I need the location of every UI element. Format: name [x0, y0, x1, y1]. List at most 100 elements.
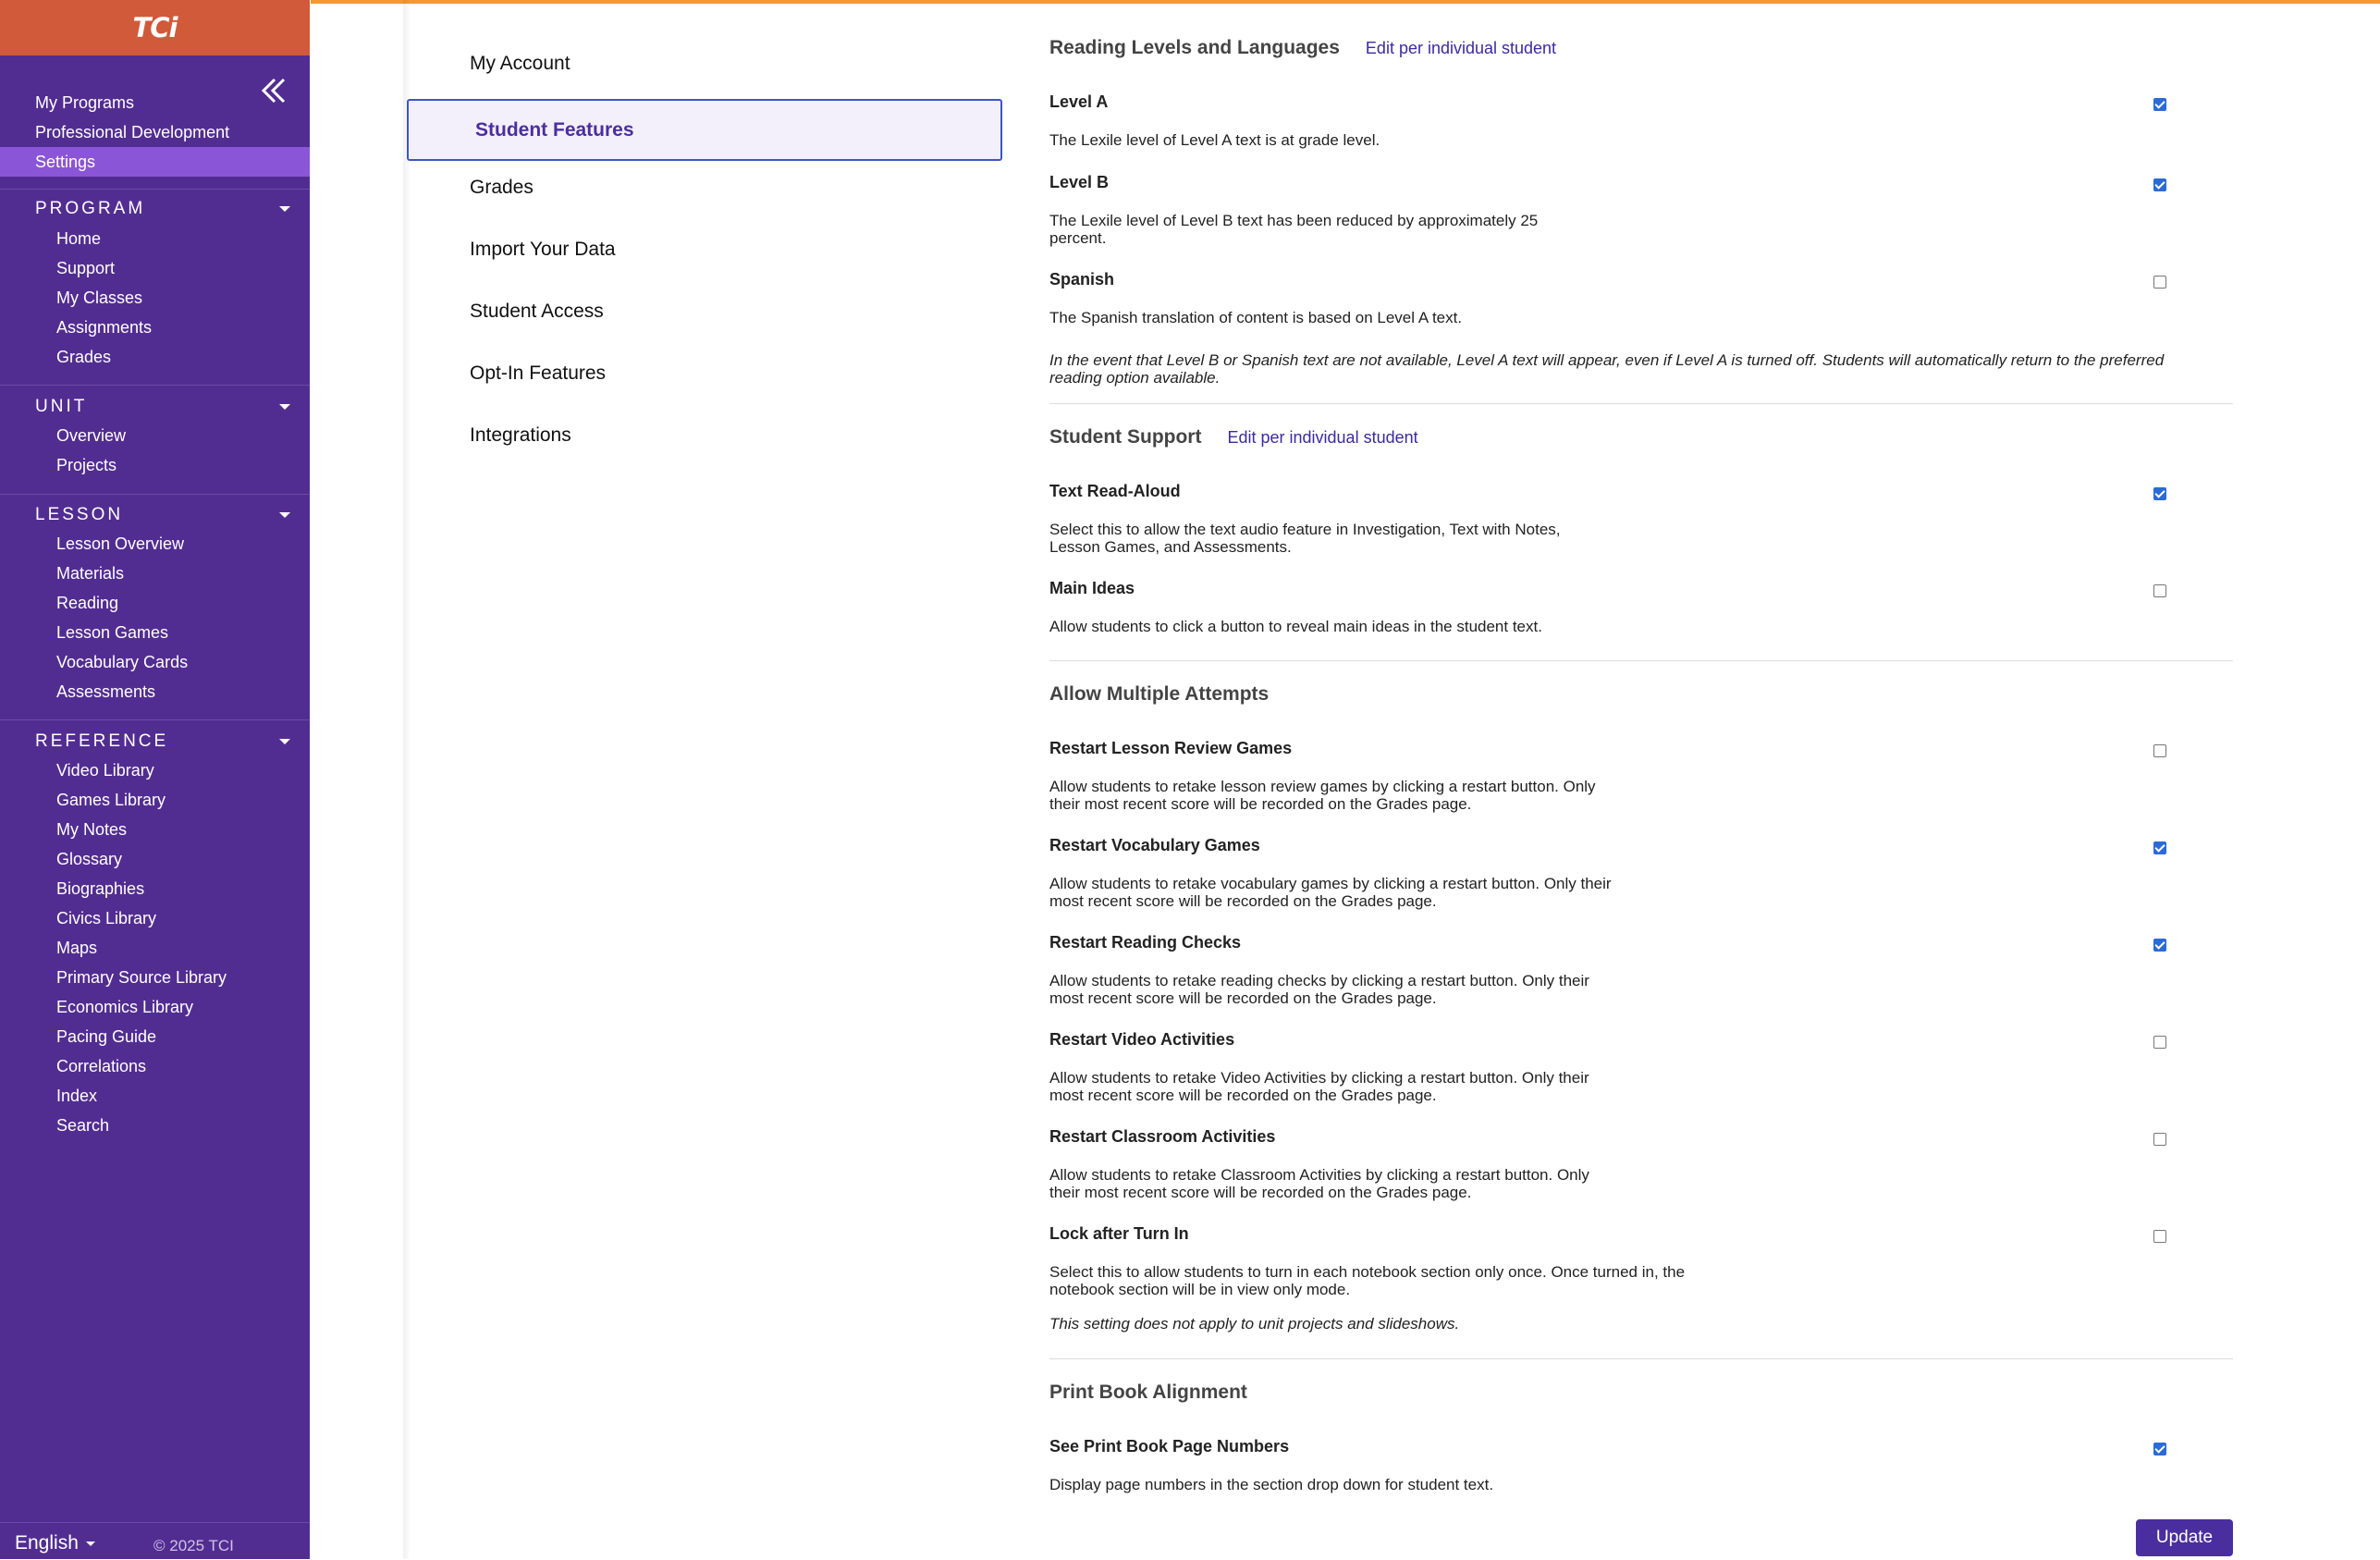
sidebar-item-my-notes[interactable]: My Notes: [0, 815, 310, 844]
sidebar-item-support[interactable]: Support: [0, 253, 310, 283]
program-list: Home Support My Classes Assignments Grad…: [0, 224, 310, 372]
sidebar-item-index[interactable]: Index: [0, 1081, 310, 1111]
main-ideas-checkbox[interactable]: [2153, 584, 2166, 597]
section-title: Student Support: [1049, 426, 1202, 448]
option-title: Restart Classroom Activities: [1049, 1127, 1276, 1146]
settings-tab-opt-in-features[interactable]: Opt-In Features: [407, 347, 1002, 409]
sidebar-section-program[interactable]: PROGRAM: [35, 195, 294, 223]
settings-tab-grades[interactable]: Grades: [407, 161, 1002, 223]
settings-tab-my-account[interactable]: My Account: [407, 37, 1002, 99]
copyright: © 2025 TCI: [153, 1537, 234, 1554]
lesson-list: Lesson Overview Materials Reading Lesson…: [0, 529, 310, 706]
sidebar-item-professional-development[interactable]: Professional Development: [0, 117, 310, 147]
option-title: Restart Lesson Review Games: [1049, 739, 1293, 757]
update-button[interactable]: Update: [2136, 1519, 2233, 1556]
option-title: Restart Vocabulary Games: [1049, 836, 1260, 854]
sidebar-item-biographies[interactable]: Biographies: [0, 874, 310, 903]
section-divider: [1049, 403, 2233, 404]
reading-levels-note: In the event that Level B or Spanish tex…: [1049, 351, 2165, 387]
settings-tab-student-access[interactable]: Student Access: [407, 285, 1002, 347]
reference-list: Video Library Games Library My Notes Glo…: [0, 755, 310, 1140]
sidebar-item-my-programs[interactable]: My Programs: [0, 88, 310, 117]
sidebar-item-assignments[interactable]: Assignments: [0, 313, 310, 342]
section-print-book: Print Book Alignment: [1049, 1382, 1247, 1404]
edit-per-student-link[interactable]: Edit per individual student: [1366, 39, 1556, 58]
sidebar-item-economics-library[interactable]: Economics Library: [0, 992, 310, 1022]
sidebar-item-games-library[interactable]: Games Library: [0, 785, 310, 815]
restart-vocabulary-games-checkbox[interactable]: [2153, 841, 2166, 854]
settings-tab-import-your-data[interactable]: Import Your Data: [407, 223, 1002, 285]
text-read-aloud-checkbox[interactable]: [2153, 487, 2166, 500]
section-title: UNIT: [35, 397, 88, 416]
caret-down-icon: [279, 404, 290, 410]
tci-logo[interactable]: TCi: [132, 12, 178, 43]
sidebar-item-projects[interactable]: Projects: [0, 450, 310, 480]
option-title: Restart Reading Checks: [1049, 933, 1242, 952]
sidebar-section-reference[interactable]: REFERENCE: [35, 728, 294, 755]
sidebar-item-home[interactable]: Home: [0, 224, 310, 253]
sidebar-item-primary-source-library[interactable]: Primary Source Library: [0, 963, 310, 992]
settings-menu: My Account Student Features Grades Impor…: [407, 37, 1002, 471]
option-description: Allow students to retake Video Activitie…: [1049, 1069, 1589, 1104]
settings-tab-student-features[interactable]: Student Features: [407, 99, 1002, 161]
option-title: Restart Video Activities: [1049, 1030, 1235, 1049]
option-title: Lock after Turn In: [1049, 1224, 1189, 1243]
spanish-checkbox[interactable]: [2153, 276, 2166, 289]
sidebar-item-search[interactable]: Search: [0, 1111, 310, 1140]
sidebar-item-assessments[interactable]: Assessments: [0, 677, 310, 706]
section-student-support: Student Support Edit per individual stud…: [1049, 426, 1418, 448]
sidebar-item-my-classes[interactable]: My Classes: [0, 283, 310, 313]
sidebar-item-settings[interactable]: Settings: [0, 147, 310, 177]
restart-lesson-review-games-checkbox[interactable]: [2153, 744, 2166, 757]
language-select[interactable]: English: [15, 1532, 99, 1554]
sidebar-item-correlations[interactable]: Correlations: [0, 1051, 310, 1081]
sidebar-item-materials[interactable]: Materials: [0, 559, 310, 588]
sidebar-divider: [0, 189, 310, 190]
section-divider: [1049, 1358, 2233, 1359]
restart-reading-checks-checkbox[interactable]: [2153, 939, 2166, 952]
option-title: Level A: [1049, 92, 1109, 111]
option-description: Select this to allow the text audio feat…: [1049, 521, 1561, 556]
level-a-checkbox[interactable]: [2153, 98, 2166, 111]
option-title: Text Read-Aloud: [1049, 482, 1181, 500]
unit-list: Overview Projects: [0, 421, 310, 480]
edit-per-student-link[interactable]: Edit per individual student: [1227, 428, 1417, 448]
sidebar-item-video-library[interactable]: Video Library: [0, 755, 310, 785]
sidebar-item-civics-library[interactable]: Civics Library: [0, 903, 310, 933]
section-title: Allow Multiple Attempts: [1049, 683, 1270, 705]
option-title: Level B: [1049, 173, 1110, 191]
lock-note: This setting does not apply to unit proj…: [1049, 1315, 1460, 1333]
option-title: Main Ideas: [1049, 579, 1135, 597]
sidebar: TCi My Programs Professional Development…: [0, 0, 310, 1559]
option-description: The Spanish translation of content is ba…: [1049, 309, 1463, 326]
sidebar-item-pacing-guide[interactable]: Pacing Guide: [0, 1022, 310, 1051]
print-book-page-numbers-checkbox[interactable]: [2153, 1443, 2166, 1456]
language-label: English: [15, 1532, 79, 1554]
sidebar-item-vocabulary-cards[interactable]: Vocabulary Cards: [0, 647, 310, 677]
sidebar-section-lesson[interactable]: LESSON: [35, 501, 294, 529]
sidebar-item-maps[interactable]: Maps: [0, 933, 310, 963]
section-title: Print Book Alignment: [1049, 1382, 1247, 1403]
sidebar-item-glossary[interactable]: Glossary: [0, 844, 310, 874]
sidebar-item-lesson-games[interactable]: Lesson Games: [0, 618, 310, 647]
option-title: See Print Book Page Numbers: [1049, 1437, 1290, 1456]
caret-down-icon: [279, 739, 290, 744]
sidebar-divider: [0, 719, 310, 720]
sidebar-item-reading[interactable]: Reading: [0, 588, 310, 618]
level-b-checkbox[interactable]: [2153, 178, 2166, 191]
sidebar-divider: [0, 494, 310, 495]
settings-tab-integrations[interactable]: Integrations: [407, 409, 1002, 471]
section-reading-levels: Reading Levels and Languages Edit per in…: [1049, 37, 1556, 59]
option-description: Allow students to retake reading checks …: [1049, 972, 1589, 1007]
option-description: Allow students to retake vocabulary game…: [1049, 875, 1612, 910]
sidebar-item-overview[interactable]: Overview: [0, 421, 310, 450]
section-title: REFERENCE: [35, 731, 169, 751]
sidebar-section-unit[interactable]: UNIT: [35, 393, 294, 421]
restart-classroom-activities-checkbox[interactable]: [2153, 1133, 2166, 1146]
option-description: Allow students to click a button to reve…: [1049, 618, 1542, 635]
lock-after-turn-in-checkbox[interactable]: [2153, 1230, 2166, 1243]
option-description: Select this to allow students to turn in…: [1049, 1263, 1686, 1298]
sidebar-item-lesson-overview[interactable]: Lesson Overview: [0, 529, 310, 559]
sidebar-item-grades[interactable]: Grades: [0, 342, 310, 372]
restart-video-activities-checkbox[interactable]: [2153, 1036, 2166, 1049]
